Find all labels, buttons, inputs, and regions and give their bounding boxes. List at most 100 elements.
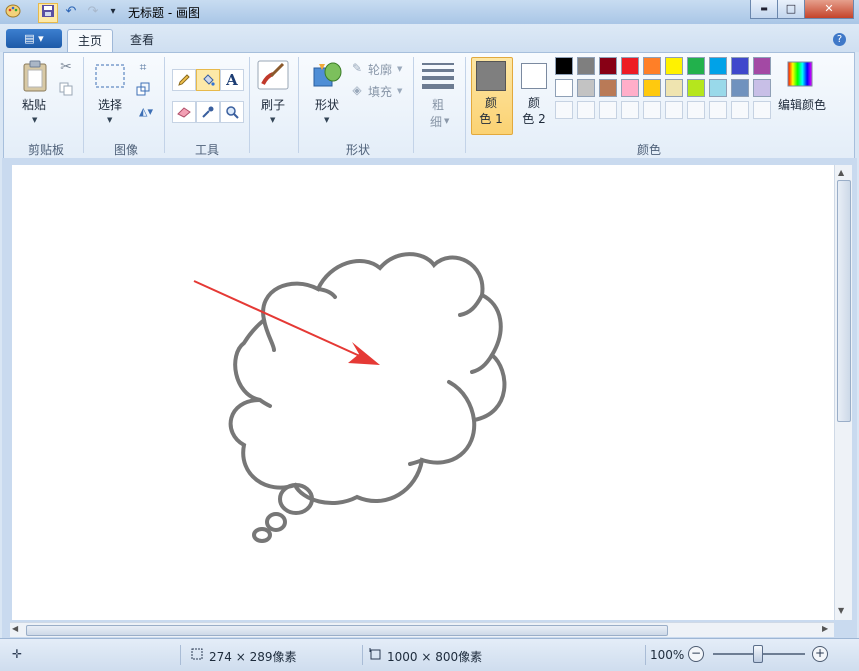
empty-color-slot[interactable]: [731, 101, 749, 119]
group-divider: [413, 57, 414, 153]
empty-color-slot[interactable]: [643, 101, 661, 119]
tab-view[interactable]: 查看: [118, 29, 166, 51]
palette-color-swatch[interactable]: [687, 57, 705, 75]
palette-color-swatch[interactable]: [709, 57, 727, 75]
app-icon[interactable]: [4, 3, 22, 21]
empty-color-slot[interactable]: [577, 101, 595, 119]
size-dropdown-icon[interactable]: ▼: [444, 117, 449, 125]
color-picker-icon[interactable]: [196, 101, 220, 123]
fill-dropdown-icon[interactable]: ▼: [397, 87, 402, 95]
select-icon[interactable]: [94, 63, 126, 89]
magnifier-icon[interactable]: [220, 101, 244, 123]
palette-color-swatch[interactable]: [621, 79, 639, 97]
eraser-icon[interactable]: [172, 101, 196, 123]
zoom-out-button[interactable]: −: [688, 646, 704, 662]
help-icon[interactable]: ?: [833, 33, 846, 46]
palette-color-swatch[interactable]: [643, 57, 661, 75]
close-button[interactable]: ✕: [804, 0, 854, 19]
palette-color-swatch[interactable]: [709, 79, 727, 97]
size-button-line1[interactable]: 粗: [428, 96, 448, 113]
outline-button[interactable]: 轮廓: [368, 61, 392, 78]
vertical-scroll-thumb[interactable]: [837, 180, 851, 422]
cursor-position-icon: ✛: [11, 647, 23, 661]
image-group-label: 图像: [113, 143, 138, 157]
color2-swatch: [521, 63, 547, 89]
undo-icon[interactable]: ↶: [62, 3, 80, 21]
shapes-icon[interactable]: [310, 59, 344, 91]
redo-icon[interactable]: ↷: [84, 3, 102, 21]
title-bar: ↶ ↷ ▾ 无标题 - 画图 ▬ □ ✕: [0, 0, 859, 25]
selection-size-icon: [190, 647, 204, 661]
copy-icon[interactable]: [58, 81, 74, 97]
horizontal-scroll-thumb[interactable]: [26, 625, 668, 636]
edit-colors-button[interactable]: 编辑颜色: [774, 96, 830, 113]
empty-color-slot[interactable]: [599, 101, 617, 119]
customize-quick-access-button[interactable]: ▾: [104, 3, 122, 21]
empty-color-slot[interactable]: [555, 101, 573, 119]
palette-color-swatch[interactable]: [555, 57, 573, 75]
palette-color-swatch[interactable]: [599, 79, 617, 97]
zoom-in-button[interactable]: +: [812, 646, 828, 662]
outline-dropdown-icon[interactable]: ▼: [397, 65, 402, 73]
empty-color-slot[interactable]: [621, 101, 639, 119]
empty-color-slot[interactable]: [753, 101, 771, 119]
crop-icon[interactable]: ⌗: [135, 59, 151, 75]
palette-color-swatch[interactable]: [599, 57, 617, 75]
empty-color-slot[interactable]: [665, 101, 683, 119]
outline-icon[interactable]: ✎: [349, 61, 365, 75]
scroll-left-arrow[interactable]: ◀: [12, 624, 18, 633]
paste-icon[interactable]: [20, 59, 50, 93]
brushes-dropdown-icon[interactable]: ▼: [270, 116, 275, 124]
status-bar: ✛ 274 × 289像素 1000 × 800像素 100% − +: [0, 638, 859, 671]
scroll-up-arrow[interactable]: ▲: [838, 168, 844, 177]
shapes-dropdown-icon[interactable]: ▼: [324, 116, 329, 124]
empty-color-slot[interactable]: [709, 101, 727, 119]
edit-colors-icon[interactable]: [786, 60, 814, 88]
select-button[interactable]: 选择: [92, 96, 128, 113]
fill-button[interactable]: 填充: [368, 83, 392, 100]
text-tool-icon[interactable]: A: [220, 69, 244, 91]
empty-color-slot[interactable]: [687, 101, 705, 119]
brush-icon[interactable]: [256, 59, 290, 91]
horizontal-scrollbar[interactable]: ◀ ▶: [10, 622, 834, 637]
tab-home[interactable]: 主页: [67, 29, 113, 52]
brushes-button[interactable]: 刷子: [256, 96, 290, 113]
application-menu-button[interactable]: ▤ ▾: [6, 29, 62, 48]
size-button-line2[interactable]: 细: [426, 113, 446, 130]
palette-color-swatch[interactable]: [665, 79, 683, 97]
colors-group-label: 颜色: [636, 143, 661, 157]
scroll-down-arrow[interactable]: ▼: [838, 606, 844, 615]
group-divider: [298, 57, 299, 153]
palette-color-swatch[interactable]: [577, 79, 595, 97]
drawing-canvas[interactable]: [12, 165, 834, 620]
palette-color-swatch[interactable]: [753, 79, 771, 97]
minimize-button[interactable]: ▬: [750, 0, 778, 19]
palette-color-swatch[interactable]: [665, 57, 683, 75]
palette-color-swatch[interactable]: [753, 57, 771, 75]
palette-color-swatch[interactable]: [687, 79, 705, 97]
vertical-scrollbar[interactable]: ▲ ▼: [834, 165, 852, 620]
cut-icon[interactable]: ✂: [58, 59, 74, 75]
palette-color-swatch[interactable]: [577, 57, 595, 75]
select-dropdown-icon[interactable]: ▼: [107, 116, 112, 124]
line-size-icon[interactable]: [421, 61, 455, 91]
zoom-slider-thumb[interactable]: [753, 645, 763, 663]
fill-icon[interactable]: ◈: [349, 83, 365, 97]
palette-color-swatch[interactable]: [731, 57, 749, 75]
palette-color-swatch[interactable]: [731, 79, 749, 97]
fill-bucket-icon[interactable]: [196, 69, 220, 91]
rotate-icon[interactable]: ◭▾: [135, 103, 157, 119]
resize-icon[interactable]: [135, 81, 151, 97]
pencil-icon[interactable]: [172, 69, 196, 91]
shapes-button[interactable]: 形状: [308, 96, 346, 113]
paste-button[interactable]: 粘贴: [18, 96, 50, 113]
palette-color-swatch[interactable]: [621, 57, 639, 75]
maximize-button[interactable]: □: [777, 0, 805, 19]
palette-color-swatch[interactable]: [555, 79, 573, 97]
paste-dropdown-icon[interactable]: ▼: [32, 116, 37, 124]
save-icon[interactable]: [38, 3, 58, 23]
canvas-drawing: [193, 252, 507, 543]
menu-icon: ▤ ▾: [24, 32, 44, 45]
palette-color-swatch[interactable]: [643, 79, 661, 97]
scroll-right-arrow[interactable]: ▶: [822, 624, 828, 633]
